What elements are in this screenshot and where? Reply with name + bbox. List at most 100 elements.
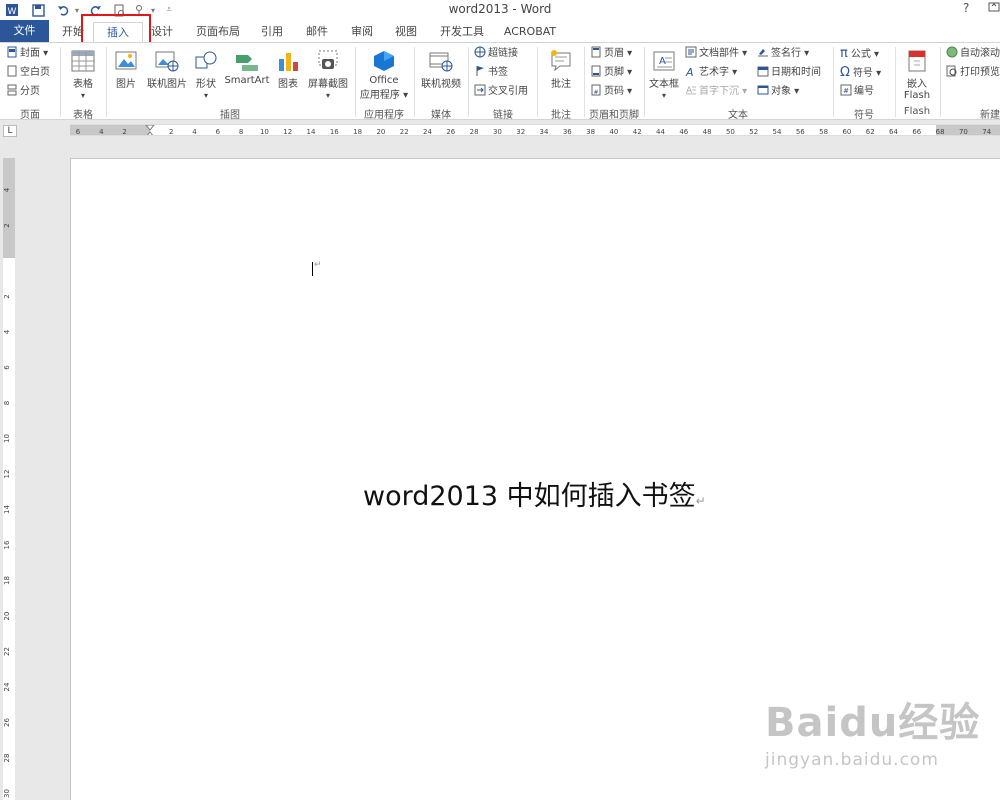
signature-icon [757,46,769,58]
tab-home[interactable]: 开始 [55,22,91,42]
tab-developer[interactable]: 开发工具 [436,22,488,42]
chart-button[interactable]: 图表 [274,47,302,103]
ribbon-display-icon[interactable] [988,1,1000,16]
ruler-tick-label: 8 [239,128,243,136]
symbol-button[interactable]: Ω 符号 ▾ [840,64,881,82]
number-button[interactable]: # 编号 [840,83,874,101]
tab-references[interactable]: 引用 [256,22,288,42]
ruler-tick-label: 4 [192,128,197,136]
tab-selector[interactable]: L [3,125,17,137]
dropcap-icon: A [685,84,697,96]
group-label-media: 媒体 [431,110,451,121]
tab-mailings[interactable]: 邮件 [300,22,334,42]
table-icon [70,49,96,73]
group-label-comments: 批注 [551,110,571,121]
pi-icon: π [840,46,848,61]
ruler-tick-label: 16 [3,540,11,549]
tab-design[interactable]: 设计 [146,22,178,42]
print-preview-button[interactable]: 打印预览 [946,64,1000,82]
object-button[interactable]: 对象 ▾ [757,83,799,101]
ribbon-tabs: 文件 开始 插入 设计 页面布局 引用 邮件 审阅 视图 开发工具 ACROBA… [0,20,1000,42]
ribbon: 封面 ▾ 空白页 分页 页面 表格 ▾ 表格 图片 联机图片 形状 ▾ SmartA… [0,42,1000,121]
ruler-tick-label: 68 [936,128,945,136]
watermark-brand: Baidu经验 [765,700,981,746]
page-number-icon: # [590,84,602,96]
paragraph-mark: ↵ [695,494,706,508]
bookmark-icon [474,65,486,77]
tab-insert[interactable]: 插入 [93,22,143,42]
office-store-icon [371,49,397,73]
ruler-tick-label: 52 [749,128,758,136]
ruler-tick-label: 12 [283,128,292,136]
tab-acrobat[interactable]: ACROBAT [502,22,558,42]
group-label-apps: 应用程序 [364,110,404,121]
ruler-tick-label: 22 [400,128,409,136]
page-number-button[interactable]: # 页码 ▾ [590,83,632,101]
ruler-tick-label: 2 [169,128,173,136]
ruler-tick-label: 38 [586,128,595,136]
blank-page-icon [6,65,18,77]
page-break-button[interactable]: 分页 [6,83,40,101]
ruler-tick-label: 6 [216,128,221,136]
ruler-tick-label: 24 [3,682,11,691]
textbox-button[interactable]: A 文本框 ▾ [646,47,682,103]
wordart-button[interactable]: A 艺术字 ▾ [685,64,737,82]
ruler-tick-label: 30 [493,128,502,136]
tab-review[interactable]: 审阅 [346,22,378,42]
object-icon [757,84,769,96]
header-icon [590,46,602,58]
svg-text:#: # [593,89,598,96]
document-body-text[interactable]: word2013 中如何插入书签↵ [363,474,706,513]
title-bar: W ▾ ▾ ⩡ word2013 - Word ? [0,0,1000,20]
svg-text:A: A [685,66,694,77]
online-video-button[interactable]: 联机视频 [417,47,465,103]
group-label-new: 新建 [980,110,1000,121]
ruler-tick-label: 24 [423,128,432,136]
ruler-tick-label: 48 [703,128,712,136]
cover-page-button[interactable]: 封面 ▾ [6,45,48,63]
ruler-tick-label: 74 [982,128,991,136]
table-button[interactable]: 表格 ▾ [64,47,102,103]
online-video-icon [428,49,454,73]
office-apps-button[interactable]: Office 应用程序 ▾ [358,47,410,103]
online-picture-button[interactable]: 联机图片 [144,47,190,103]
ruler-tick-label: 12 [3,470,11,479]
smartart-button[interactable]: SmartArt [223,47,271,103]
window-title: word2013 - Word [448,2,552,16]
hyperlink-button[interactable]: 超链接 [474,45,518,63]
ruler-tick-label: 4 [3,187,11,192]
ruler-tick-label: 64 [889,128,898,136]
dropcap-button[interactable]: A 首字下沉 ▾ [685,83,747,101]
horizontal-ruler[interactable]: 6 4 2 2 4 6 8 10 12 14 16 18 20 22 24 26 28 30 32 34 36 38 40 4… [70,124,1000,136]
signature-line-button[interactable]: 签名行 ▾ [757,45,809,63]
picture-button[interactable]: 图片 [110,47,142,103]
embed-flash-button[interactable]: 嵌入 Flash [898,47,936,103]
screenshot-button[interactable]: 屏幕截图 ▾ [305,47,351,103]
ruler-tick-label: 36 [563,128,572,136]
blank-page-button[interactable]: 空白页 [6,64,50,82]
shapes-icon [193,49,219,73]
group-label-illustrations: 插图 [220,110,240,121]
ruler-tick-label: 66 [912,128,921,136]
baidu-watermark: Baidu经验 jingyan.baidu.com [765,690,980,770]
auto-scroll-button[interactable]: 自动滚动 [946,45,1000,63]
tab-file[interactable]: 文件 [0,20,49,42]
help-button[interactable]: ? [963,1,969,15]
hyperlink-icon [474,46,486,58]
comment-button[interactable]: 批注 [542,47,580,103]
vertical-ruler[interactable]: 4224681012141618202224262830 [3,158,15,800]
ruler-tick-label: 14 [3,505,11,514]
online-picture-icon [154,49,180,73]
footer-button[interactable]: 页脚 ▾ [590,64,632,82]
tab-view[interactable]: 视图 [390,22,422,42]
tab-page-layout[interactable]: 页面布局 [192,22,244,42]
header-button[interactable]: 页眉 ▾ [590,45,632,63]
cross-reference-button[interactable]: 交叉引用 [474,83,528,101]
ruler-tick-label: 54 [773,128,782,136]
quick-parts-button[interactable]: 文档部件 ▾ [685,45,747,63]
bookmark-button[interactable]: 书签 [474,64,508,82]
print-preview-icon [946,65,958,77]
equation-button[interactable]: π 公式 ▾ [840,45,879,63]
shapes-button[interactable]: 形状 ▾ [192,47,220,103]
date-time-button[interactable]: 日期和时间 [757,64,821,82]
